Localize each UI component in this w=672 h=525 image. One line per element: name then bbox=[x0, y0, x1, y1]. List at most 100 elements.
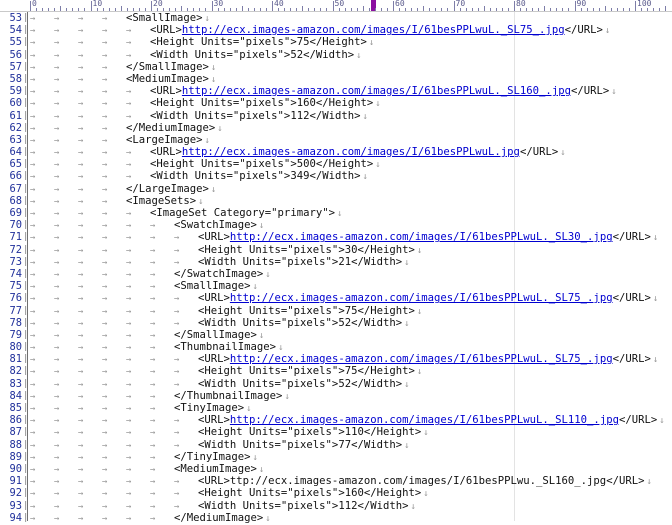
gutter-separator-mark: | bbox=[23, 293, 29, 304]
editor-line[interactable]: 65 | → → → → → <Height Units="pixels">500</Heig… bbox=[0, 158, 672, 170]
editor-line[interactable]: 69 | → → → → → <ImageSet Category="primary"> ↓ bbox=[0, 207, 672, 219]
line-number: 90 bbox=[9, 462, 22, 475]
line-number: 89 bbox=[9, 450, 22, 463]
editor-line[interactable]: 62 | → → → → </MediumImage> ↓ bbox=[0, 122, 672, 134]
xml-text: <Height Units="pixels">160</Height> bbox=[198, 487, 422, 500]
editor-line[interactable]: 75 | → → → → → → <SmallImage> ↓ bbox=[0, 280, 672, 292]
editor-line[interactable]: 74 | → → → → → → </SwatchImage> ↓ bbox=[0, 268, 672, 280]
ruler-tick bbox=[175, 8, 177, 11]
editor-line[interactable]: 73 | → → → → → → → <Width Units="pixels">21</Widt… bbox=[0, 256, 672, 268]
ruler-tick bbox=[616, 8, 618, 11]
ruler-tick bbox=[326, 8, 328, 11]
editor-line[interactable]: 66 | → → → → → <Width Units="pixels">349</Width… bbox=[0, 170, 672, 182]
editor-line[interactable]: 80 | → → → → → → <ThumbnailImage> ↓ bbox=[0, 341, 672, 353]
editor-line[interactable]: 72 | → → → → → → → <Height Units="pixels">30</Hei… bbox=[0, 244, 672, 256]
url-link[interactable]: http://ecx.images-amazon.com/images/I/61… bbox=[230, 353, 613, 365]
editor-line[interactable]: 76 | → → → → → → → <URL>http://ecx.images-amazon.… bbox=[0, 292, 672, 304]
url-link[interactable]: http://ecx.images-amazon.com/images/I/61… bbox=[230, 292, 613, 304]
editor-line[interactable]: 71 | → → → → → → → <URL>http://ecx.images-amazon.… bbox=[0, 231, 672, 243]
xml-text: <Width Units="pixels">52</Width> bbox=[198, 316, 403, 329]
gutter-separator-mark: | bbox=[23, 244, 29, 255]
url-link[interactable]: http://ecx.images-amazon.com/images/I/61… bbox=[230, 231, 613, 243]
url-link[interactable]: http://ecx.images-amazon.com/images/I/61… bbox=[182, 24, 565, 36]
line-number: 76 bbox=[9, 292, 22, 305]
editor-line[interactable]: 64 | → → → → → <URL>http://ecx.images-amazon.co… bbox=[0, 146, 672, 158]
ruler-tick bbox=[526, 8, 528, 11]
editor-line[interactable]: 84 | → → → → → → </ThumbnailImage> ↓ bbox=[0, 390, 672, 402]
editor-line[interactable]: 93 | → → → → → → → <Width Units="pixels">112</Wid… bbox=[0, 500, 672, 512]
editor-line[interactable]: 77 | → → → → → → → <Height Units="pixels">75</Hei… bbox=[0, 305, 672, 317]
editor-line[interactable]: 67 | → → → → </LargeImage> ↓ bbox=[0, 183, 672, 195]
url-link[interactable]: http://ecx.images-amazon.com/images/I/61… bbox=[230, 414, 619, 426]
editor-line[interactable]: 86 | → → → → → → → <URL>http://ecx.images-amazon.… bbox=[0, 414, 672, 426]
line-end-marker-icon: ↓ bbox=[611, 87, 617, 98]
line-end-marker-icon: ↓ bbox=[375, 99, 381, 110]
editor-line[interactable]: 78 | → → → → → → → <Width Units="pixels">52</Widt… bbox=[0, 317, 672, 329]
editor-line[interactable]: 94 | → → → → → → </MediumImage> ↓ bbox=[0, 512, 672, 524]
ruler-tick bbox=[453, 1, 455, 11]
editor-line[interactable]: 92 | → → → → → → → <Height Units="pixels">160</He… bbox=[0, 487, 672, 499]
gutter-separator-mark: | bbox=[23, 98, 29, 109]
ruler-tick bbox=[108, 8, 110, 11]
line-end-marker-icon: ↓ bbox=[404, 379, 410, 390]
gutter-separator-mark: | bbox=[23, 37, 29, 48]
ruler-label: 30 bbox=[213, 0, 224, 8]
editor-line[interactable]: 56 | → → → → → <Width Units="pixels">52</Width>… bbox=[0, 49, 672, 61]
editor-line[interactable]: 57 | → → → → </SmallImage> ↓ bbox=[0, 61, 672, 73]
ruler-tick bbox=[374, 8, 376, 11]
ruler-tick bbox=[574, 1, 576, 11]
xml-text: <Width Units="pixels">52</Width> bbox=[150, 48, 355, 61]
line-number: 55 bbox=[9, 36, 22, 49]
editor-text-area[interactable]: 53 | → → → → <SmallImage> ↓ 54 | → → → → → <URL>http://… bbox=[0, 12, 672, 524]
editor-line[interactable]: 58 | → → → → <MediumImage> ↓ bbox=[0, 73, 672, 85]
gutter-separator-mark: | bbox=[23, 147, 29, 158]
editor-line[interactable]: 70 | → → → → → → <SwatchImage> ↓ bbox=[0, 219, 672, 231]
gutter-separator-mark: | bbox=[23, 488, 29, 499]
editor-line[interactable]: 53 | → → → → <SmallImage> ↓ bbox=[0, 12, 672, 24]
editor-line[interactable]: 81 | → → → → → → → <URL>http://ecx.images-amazon.… bbox=[0, 353, 672, 365]
url-link[interactable]: http://ecx.images-amazon.com/images/I/61… bbox=[182, 85, 571, 97]
editor-line[interactable]: 89 | → → → → → → </TinyImage> ↓ bbox=[0, 451, 672, 463]
line-number: 78 bbox=[9, 316, 22, 329]
ruler-tick bbox=[132, 8, 134, 11]
gutter-separator-mark: | bbox=[23, 378, 29, 389]
ruler-tick bbox=[126, 8, 128, 11]
xml-text: <Height Units="pixels">160</Height> bbox=[150, 97, 374, 110]
line-end-marker-icon: ↓ bbox=[416, 245, 423, 256]
xml-text: <URL> bbox=[198, 353, 230, 366]
gutter-separator-mark: | bbox=[23, 305, 29, 316]
editor-line[interactable]: 55 | → → → → → <Height Units="pixels">75</Heigh… bbox=[0, 36, 672, 48]
ruler-tick bbox=[610, 8, 612, 11]
editor-line[interactable]: 82 | → → → → → → → <Height Units="pixels">75</Hei… bbox=[0, 365, 672, 377]
xml-text: <SmallImage> bbox=[126, 12, 203, 24]
gutter-separator-mark: | bbox=[23, 329, 29, 340]
editor-line[interactable]: 87 | → → → → → → → <Height Units="pixels">110</He… bbox=[0, 426, 672, 438]
ruler-tick bbox=[151, 1, 152, 11]
editor-line[interactable]: 79 | → → → → → → </SmallImage> ↓ bbox=[0, 329, 672, 341]
editor-line[interactable]: 61 | → → → → → <Width Units="pixels">112</Width… bbox=[0, 110, 672, 122]
ruler-tick bbox=[538, 8, 540, 11]
xml-text: <ImageSet Category="primary"> bbox=[150, 207, 335, 219]
editor-line[interactable]: 54 | → → → → → <URL>http://ecx.images-amazon.co… bbox=[0, 24, 672, 36]
gutter-separator-mark: | bbox=[23, 512, 29, 523]
editor-line[interactable]: 90 | → → → → → → <MediumImage> ↓ bbox=[0, 463, 672, 475]
ruler-tick bbox=[471, 8, 473, 11]
editor-line[interactable]: 68 | → → → → <ImageSets> ↓ bbox=[0, 195, 672, 207]
line-end-marker-icon: ↓ bbox=[368, 38, 375, 49]
ruler-tick bbox=[501, 8, 503, 11]
line-end-marker-icon: ↓ bbox=[362, 172, 368, 183]
editor-line[interactable]: 91 | → → → → → → → <URL>ttp://ecx.images-amazon.c… bbox=[0, 475, 672, 487]
editor-line[interactable]: 63 | → → → → <LargeImage> ↓ bbox=[0, 134, 672, 146]
editor-line[interactable]: 88 | → → → → → → → <Width Units="pixels">77</Widt… bbox=[0, 439, 672, 451]
gutter-separator-mark: | bbox=[23, 208, 29, 218]
editor-line[interactable]: 60 | → → → → → <Height Units="pixels">160</Heig… bbox=[0, 97, 672, 109]
ruler-tick bbox=[405, 8, 407, 11]
editor-line[interactable]: 83 | → → → → → → → <Width Units="pixels">52</Widt… bbox=[0, 378, 672, 390]
line-number: 87 bbox=[9, 426, 22, 439]
line-end-marker-icon: ↓ bbox=[258, 330, 265, 341]
ruler-tick bbox=[411, 8, 413, 11]
xml-text: <Height Units="pixels">75</Height> bbox=[150, 36, 367, 49]
url-link[interactable]: http://ecx.images-amazon.com/images/I/61… bbox=[182, 146, 520, 158]
editor-line[interactable]: 85 | → → → → → → <TinyImage> ↓ bbox=[0, 402, 672, 414]
editor-line[interactable]: 59 | → → → → → <URL>http://ecx.images-amazon.co… bbox=[0, 85, 672, 97]
